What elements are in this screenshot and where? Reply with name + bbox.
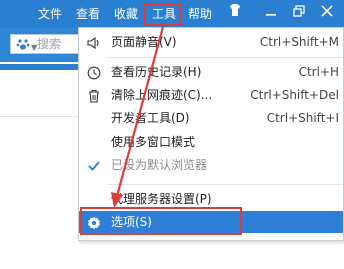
close-icon[interactable]: [316, 3, 338, 25]
menu-file[interactable]: 文件: [34, 0, 66, 28]
paw-icon: [16, 37, 30, 51]
skin-icon[interactable]: [224, 3, 246, 25]
menu-item-mute-page[interactable]: 页面静音(V) Ctrl+Shift+M: [79, 31, 343, 53]
menu-item-dev-tools[interactable]: 开发者工具(D) Ctrl+Shift+I: [79, 107, 343, 129]
page-header-strip: [0, 64, 78, 70]
search-placeholder: 搜索: [37, 37, 62, 51]
chevron-down-icon: ▼: [31, 43, 38, 52]
divider: [0, 116, 78, 117]
search-input[interactable]: ▼ 搜索: [10, 34, 84, 54]
checkmark-icon: [87, 158, 101, 172]
menu-item-multi-window[interactable]: 使用多窗口模式: [79, 131, 343, 153]
restore-icon[interactable]: [288, 3, 310, 25]
menu-tools[interactable]: 工具: [148, 0, 180, 28]
speaker-icon: [87, 35, 101, 50]
minimize-icon[interactable]: [260, 3, 282, 25]
menu-item-clear-traces[interactable]: 清除上网痕迹(C)... Ctrl+Shift+Del: [79, 84, 343, 106]
menu-item-history[interactable]: 查看历史记录(H) Ctrl+H: [79, 61, 343, 83]
tools-dropdown-menu: 页面静音(V) Ctrl+Shift+M 查看历史记录(H) Ctrl+H 清除…: [78, 27, 344, 241]
menu-separator: [107, 57, 343, 58]
menu-item-proxy-settings[interactable]: 代理服务器设置(P): [79, 188, 343, 210]
clock-icon: [87, 65, 101, 80]
menu-item-default-browser: 已设为默认浏览器: [79, 154, 343, 176]
menu-view[interactable]: 查看: [72, 0, 104, 28]
menu-separator: [107, 184, 343, 185]
menu-favorites[interactable]: 收藏: [110, 0, 142, 28]
menu-item-options[interactable]: 选项(S): [79, 211, 343, 233]
menu-help[interactable]: 帮助: [182, 0, 212, 28]
trash-icon: [87, 88, 101, 103]
gear-icon: [87, 215, 101, 230]
